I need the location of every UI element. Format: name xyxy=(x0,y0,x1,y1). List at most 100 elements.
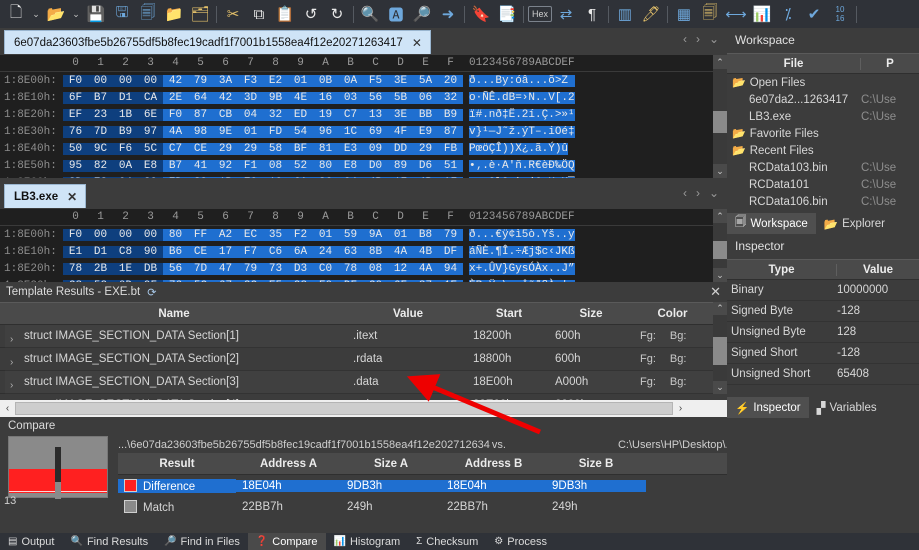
hex-row[interactable]: 1:8E00h: F0 00 00 00 80 FF A2 EC 35 F2 01 59 9A 01 B8 79… xyxy=(0,226,727,243)
template-results-scrollbar[interactable]: ⌃ ⌄ xyxy=(713,302,727,394)
hex-byte[interactable]: B7 xyxy=(88,91,113,104)
hex-byte[interactable]: 24 xyxy=(313,245,338,258)
column-header-address-a[interactable]: Address A xyxy=(236,458,341,470)
hex-byte[interactable]: 41 xyxy=(188,159,213,172)
hex-byte[interactable]: B8 xyxy=(413,228,438,241)
new-dropdown-icon[interactable]: ⌄ xyxy=(29,1,43,27)
hex-byte[interactable]: C8 xyxy=(113,245,138,258)
bottom-tab-find-results[interactable]: 🔍 Find Results xyxy=(62,533,156,550)
hex-byte[interactable]: C7 xyxy=(163,142,188,155)
hex-byte[interactable]: 6A xyxy=(288,245,313,258)
prev-tab-icon[interactable]: ‹ xyxy=(683,32,687,46)
hex-byte[interactable]: 95 xyxy=(63,159,88,172)
hex-byte[interactable]: 00 xyxy=(88,228,113,241)
hex-byte[interactable]: 56 xyxy=(363,91,388,104)
hex-byte[interactable]: 51 xyxy=(438,159,463,172)
hex-byte[interactable]: 08 xyxy=(363,262,388,275)
hex-byte[interactable]: 3D xyxy=(238,91,263,104)
file-tab-hash[interactable]: 6e07da23603fbe5b26755df5b8fec19cadf1f700… xyxy=(4,30,431,54)
ascii-text[interactable]: ð...€ÿ¢ì5ò.Yš..y xyxy=(469,228,575,241)
hex-byte[interactable]: 6A xyxy=(288,176,313,178)
hex-byte[interactable]: 6E xyxy=(138,108,163,121)
scroll-right-icon[interactable]: › xyxy=(673,403,688,414)
hex-byte[interactable]: 29 xyxy=(213,142,238,155)
find-in-files-icon[interactable]: 🔎 xyxy=(409,1,435,27)
hex-byte[interactable]: 0A xyxy=(113,159,138,172)
replace-icon[interactable]: 🅰 xyxy=(383,1,409,27)
column-header-size[interactable]: Size xyxy=(550,308,632,320)
workspace-row[interactable]: LB3.exe C:\Use xyxy=(727,108,919,125)
hex-scrollbar-top[interactable]: ⌃ ⌄ xyxy=(713,55,727,178)
histogram-icon[interactable]: 📊 xyxy=(749,1,775,27)
hex-row[interactable]: 1:8E50h: 95 82 0A E8 B7 41 92 F1 08 52 80 E8 D0 89 D6 51… xyxy=(0,157,727,174)
hex-byte[interactable]: F1 xyxy=(238,159,263,172)
hex-byte[interactable]: ED xyxy=(288,108,313,121)
hex-byte[interactable]: 09 xyxy=(363,142,388,155)
hex-byte[interactable]: 17 xyxy=(213,245,238,258)
byte-order-icon[interactable]: ⇄ xyxy=(553,1,579,27)
hex-byte[interactable]: D1 xyxy=(88,245,113,258)
hex-byte[interactable]: 94 xyxy=(438,262,463,275)
hex-byte[interactable]: 00 xyxy=(138,228,163,241)
hex-byte[interactable]: F7 xyxy=(238,245,263,258)
hex-byte[interactable]: 78 xyxy=(63,262,88,275)
inspector-row[interactable]: Unsigned Short 65408 xyxy=(727,364,919,385)
workspace-row[interactable]: RCData106.bin C:\Use xyxy=(727,193,919,210)
checkmark-icon[interactable]: ✔ xyxy=(801,1,827,27)
hex-byte[interactable]: 1B xyxy=(213,176,238,178)
column-header-color[interactable]: Color xyxy=(632,308,713,320)
column-header-result[interactable]: Result xyxy=(118,458,236,470)
inspector-row[interactable]: Signed Short -128 xyxy=(727,343,919,364)
hex-byte[interactable]: 80 xyxy=(313,159,338,172)
hex-byte[interactable]: 80 xyxy=(163,228,188,241)
hex-byte[interactable]: B9 xyxy=(113,125,138,138)
hex-byte[interactable]: 9E xyxy=(213,125,238,138)
open-file-icon[interactable]: 📂 xyxy=(43,1,69,27)
hex-byte[interactable]: 4A xyxy=(413,262,438,275)
inspector-value[interactable]: -128 xyxy=(837,305,919,317)
refresh-icon[interactable]: ⟳ xyxy=(147,286,156,299)
bottom-tab-compare[interactable]: ❓ Compare xyxy=(247,533,326,550)
hex-byte[interactable]: F0 xyxy=(63,74,88,87)
column-header-name[interactable]: Name xyxy=(0,308,348,320)
table-row[interactable]: › struct IMAGE_SECTION_DATA Section[2] .rd… xyxy=(0,348,727,371)
hex-byte[interactable]: FD xyxy=(263,125,288,138)
hex-row[interactable]: 1:8E60h:2D7204397D391BE0106A36044B1F4BAF… xyxy=(0,174,727,178)
ascii-text[interactable]: ð...By:óâ...õ>Z xyxy=(469,74,575,87)
bookmark-list-icon[interactable]: 📑 xyxy=(494,1,520,27)
workspace-row[interactable]: RCData101 C:\Use xyxy=(727,176,919,193)
close-icon[interactable]: ✕ xyxy=(710,284,721,300)
bottom-tab-checksum[interactable]: Σ Checksum xyxy=(408,533,486,550)
column-header-file[interactable]: File xyxy=(727,57,861,70)
inspector-tab-variables[interactable]: ▞ Variables xyxy=(809,397,885,418)
hex-byte[interactable]: 54 xyxy=(288,125,313,138)
hex-byte[interactable]: CE xyxy=(188,142,213,155)
workspace-row[interactable]: 📂 Open Files xyxy=(727,74,919,91)
hex-byte[interactable]: EC xyxy=(238,228,263,241)
workspace-tab-explorer[interactable]: 📂 Explorer xyxy=(816,213,893,234)
hex-scrollbar-bottom[interactable]: ⌃ ⌄ xyxy=(713,209,727,282)
scroll-up-icon[interactable]: ⌃ xyxy=(713,55,727,69)
bookmark-icon[interactable]: 🔖 xyxy=(468,1,494,27)
hex-byte[interactable]: 00 xyxy=(113,228,138,241)
workspace-tab-workspace[interactable]: 🗐 Workspace xyxy=(727,213,816,234)
hex-byte[interactable]: 7D xyxy=(88,125,113,138)
hex-byte[interactable]: E8 xyxy=(338,159,363,172)
hex-byte[interactable]: 73 xyxy=(263,262,288,275)
column-header-value[interactable]: Value xyxy=(837,264,919,276)
hex-byte[interactable]: 36 xyxy=(313,176,338,178)
hex-byte[interactable]: 8B xyxy=(363,245,388,258)
chevron-right-icon[interactable]: › xyxy=(10,357,13,365)
hex-byte[interactable]: 12 xyxy=(388,262,413,275)
hex-row[interactable]: 1:8E30h: 76 7D B9 97 4A 98 9E 01 FD 54 96 1C 69 4F E9 87… xyxy=(0,123,727,140)
hex-byte[interactable]: 69 xyxy=(363,125,388,138)
hex-byte[interactable]: 87 xyxy=(188,108,213,121)
hex-byte[interactable]: 19 xyxy=(313,108,338,121)
hex-byte[interactable]: E8 xyxy=(138,159,163,172)
paste-icon[interactable]: 📋 xyxy=(272,1,298,27)
hex-byte[interactable]: 78 xyxy=(338,262,363,275)
hex-byte[interactable]: 97 xyxy=(138,125,163,138)
hex-byte[interactable]: E0 xyxy=(238,176,263,178)
hex-byte[interactable]: 5A xyxy=(413,74,438,87)
hex-byte[interactable]: 82 xyxy=(88,159,113,172)
